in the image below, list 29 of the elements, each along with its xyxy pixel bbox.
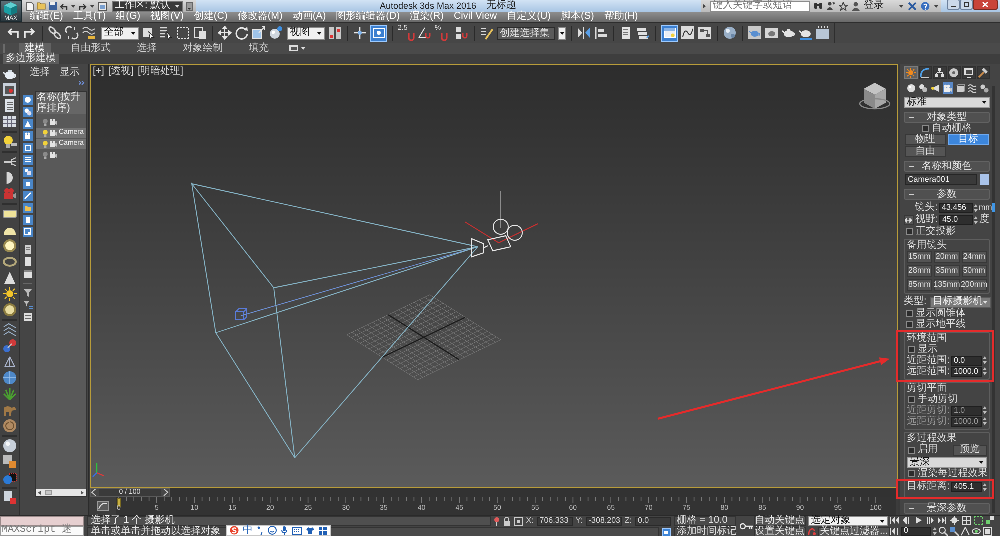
unit-label: mm	[979, 204, 990, 212]
checkbox-label: 手动剪切	[918, 394, 958, 404]
checkbox-label: 渲染每过程效果	[918, 468, 988, 478]
axis-label: Z:	[624, 517, 632, 525]
checkbox-label: 显示	[918, 344, 938, 354]
group-title: 多过程效果	[907, 433, 958, 444]
unit-label: 度	[979, 215, 990, 225]
axis-label: X:	[526, 517, 534, 525]
field-label: 类型:	[904, 297, 927, 307]
grid-spacing-field: 栅格 = 10.0	[674, 516, 736, 526]
status-field: 选择了 1 个 摄影机	[87, 516, 492, 526]
field-label: 镜头:	[915, 203, 938, 213]
group-title: 备用镜头	[907, 240, 948, 251]
document-title: 无标题	[486, 1, 517, 11]
field-label: 近距范围:	[907, 356, 950, 366]
checkbox-label: 显示地平线	[916, 320, 966, 330]
checkbox-label: 自动栅格	[932, 124, 972, 134]
field-label: 远距范围:	[907, 366, 950, 376]
checkbox-label: 显示圆锥体	[916, 308, 966, 318]
axis-label: Y:	[576, 517, 583, 525]
window-title: Autodesk 3ds Max 2016	[380, 1, 477, 11]
checkbox-label: 正交投影	[916, 226, 956, 236]
group-title: 剪切平面	[907, 383, 947, 394]
field-label: 近距剪切:	[907, 406, 950, 416]
checkbox-label: 启用	[918, 445, 938, 455]
group-title: 环境范围	[907, 333, 948, 344]
field-label: 目标距离:	[907, 482, 950, 492]
field-label: 远距剪切:	[907, 416, 950, 426]
field-label: 视野:	[916, 215, 938, 225]
